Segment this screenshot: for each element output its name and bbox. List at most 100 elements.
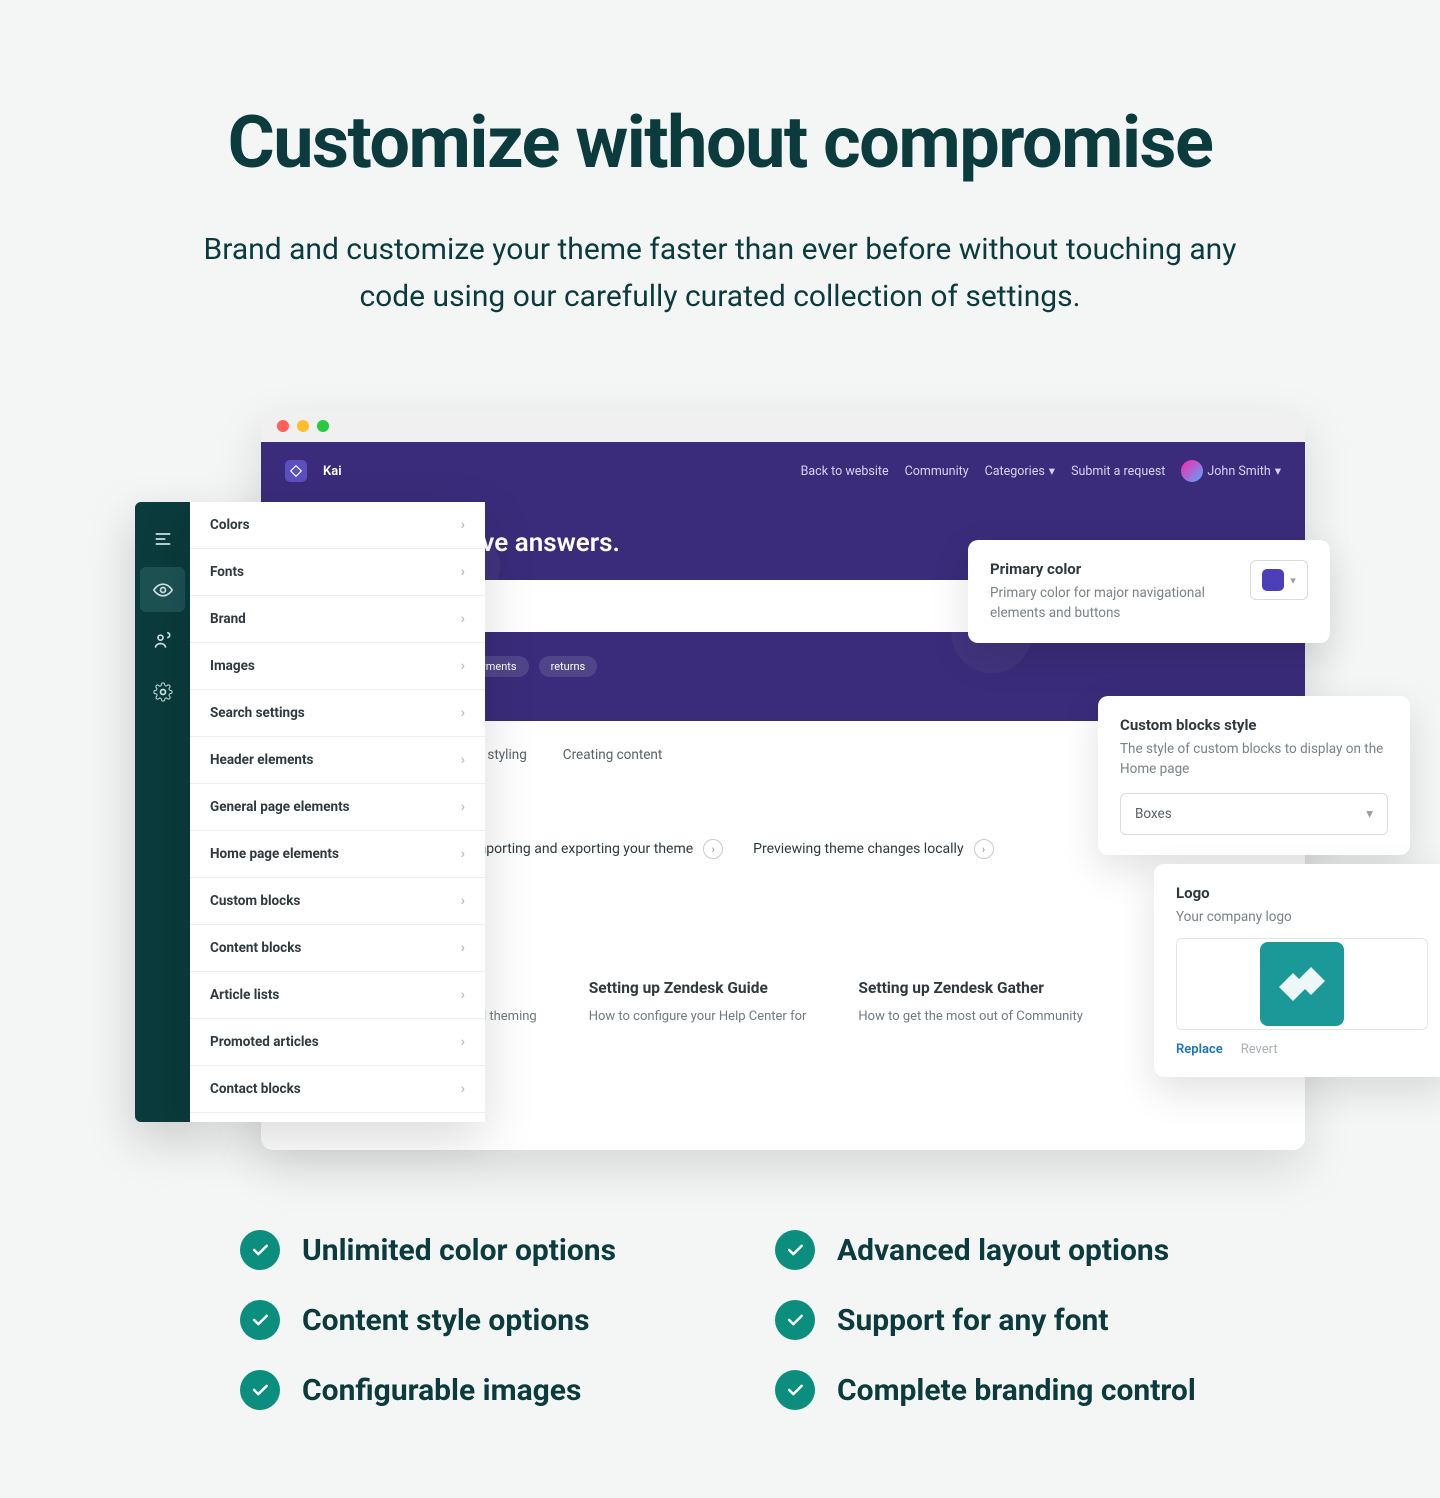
traffic-min-icon[interactable] [297,420,309,432]
rail-preview-button[interactable] [140,567,185,612]
chevron-right-icon: › [461,1034,465,1050]
settings-group-general[interactable]: General page elements › [190,784,485,831]
article-link-label: Importing and exporting your theme [470,841,693,857]
settings-panel: Colors› Fonts› Brand› Images› Search set… [190,502,485,1122]
nav-categories-link[interactable]: Categories ▾ [985,463,1055,479]
settings-group-images[interactable]: Images › [190,643,485,690]
chevron-right-icon: › [974,839,994,859]
settings-group-customblocks[interactable]: Custom blocks › [190,878,485,925]
settings-group-contact[interactable]: Contact blocks › [190,1066,485,1113]
revert-logo-button[interactable]: Revert [1241,1042,1278,1057]
feature-label: Advanced layout options [837,1233,1169,1268]
settings-label: Fonts [210,564,244,580]
logo-tile-icon [1260,942,1344,1026]
user-name: John Smith [1207,464,1270,479]
rail-users-button[interactable] [140,618,185,663]
replace-logo-button[interactable]: Replace [1176,1042,1223,1057]
check-icon [240,1300,280,1340]
custom-blocks-select[interactable]: Boxes ▾ [1120,793,1388,835]
settings-group-contentblocks[interactable]: Content blocks› [190,925,485,972]
color-swatch-icon [1262,569,1284,591]
chevron-right-icon: › [461,517,465,533]
traffic-max-icon[interactable] [317,420,329,432]
feature-label: Unlimited color options [302,1233,616,1268]
card-title: Custom blocks style [1120,716,1388,734]
settings-label: Home page elements [210,846,339,862]
crumb-item[interactable]: Creating content [563,747,663,763]
col-title: Setting up Zendesk Guide [589,979,807,997]
settings-label: Contact blocks [210,1081,301,1097]
feature-item: Unlimited color options [240,1230,715,1270]
card-title: Logo [1176,884,1428,902]
nav-back-link[interactable]: Back to website [801,464,889,479]
settings-group-promoted[interactable]: Promoted articles › [190,1019,485,1066]
tag-item[interactable]: returns [539,656,598,677]
chevron-right-icon: › [703,839,723,859]
chevron-down-icon: ▾ [1275,463,1281,479]
feature-label: Content style options [302,1303,589,1338]
page-headline: Customize without compromise [0,100,1440,185]
check-icon [240,1370,280,1410]
avatar-icon [1181,460,1203,482]
settings-group-colors[interactable]: Colors › [190,502,485,549]
settings-group-search[interactable]: Search settings › [190,690,485,737]
select-value: Boxes [1135,806,1172,822]
card-desc: The style of custom blocks to display on… [1120,740,1388,779]
site-header: Kai Back to website Community Categories… [261,442,1305,500]
settings-label: Article lists [210,987,279,1003]
settings-group-articlelists[interactable]: Article lists › [190,972,485,1019]
feature-item: Content style options [240,1300,715,1340]
color-picker-button[interactable]: ▾ [1250,560,1308,600]
nav-categories-label: Categories [985,464,1045,479]
feature-grid: Unlimited color options Advanced layout … [190,1230,1250,1410]
nav-community-link[interactable]: Community [905,464,969,479]
rail-menu-button[interactable] [140,516,185,561]
settings-label: Promoted articles [210,1034,319,1050]
browser-chrome [261,410,1305,442]
feature-item: Support for any font [775,1300,1250,1340]
editor-rail [135,502,190,1122]
screenshot-stage: Kai Back to website Community Categories… [135,410,1305,1170]
card-title: Primary color [990,560,1234,578]
chevron-right-icon: › [461,893,465,909]
chevron-right-icon: › [461,658,465,674]
article-link[interactable]: Previewing theme changes locally › [753,839,993,859]
settings-group-header[interactable]: Header elements› [190,737,485,784]
feature-item: Configurable images [240,1370,715,1410]
page-subheadline: Brand and customize your theme faster th… [175,227,1265,320]
info-column: Setting up Zendesk Gather How to get the… [858,979,1082,1024]
tag-row: voices payments returns [391,656,1175,677]
check-icon [775,1230,815,1270]
chevron-down-icon: ▾ [1290,574,1296,587]
settings-label: General page elements [210,799,350,815]
article-link[interactable]: Importing and exporting your theme › [470,839,723,859]
settings-label: Images [210,658,255,674]
logo-preview [1176,938,1428,1030]
chevron-right-icon: › [461,705,465,721]
chevron-right-icon: › [461,1081,465,1097]
card-desc: Your company logo [1176,908,1428,928]
chevron-right-icon: › [461,799,465,815]
settings-group-brand[interactable]: Brand› [190,596,485,643]
feature-item: Advanced layout options [775,1230,1250,1270]
article-link-label: Previewing theme changes locally [753,841,963,857]
card-desc: Primary color for major navigational ele… [990,584,1234,623]
traffic-close-icon[interactable] [277,420,289,432]
settings-group-home[interactable]: Home page elements› [190,831,485,878]
check-icon [775,1370,815,1410]
settings-label: Colors [210,517,250,533]
primary-color-card: Primary color Primary color for major na… [968,540,1330,643]
settings-label: Custom blocks [210,893,300,909]
nav-submit-link[interactable]: Submit a request [1071,464,1165,479]
nav-user-menu[interactable]: John Smith ▾ [1181,460,1281,482]
settings-group-fonts[interactable]: Fonts› [190,549,485,596]
check-icon [775,1300,815,1340]
feature-label: Complete branding control [837,1373,1196,1408]
chevron-right-icon: › [461,987,465,1003]
brand-logo-icon [285,460,307,482]
col-desc: How to get the most out of Community [858,1009,1082,1024]
settings-label: Search settings [210,705,305,721]
chevron-down-icon: ▾ [1366,806,1373,822]
rail-settings-button[interactable] [140,669,185,714]
custom-blocks-card: Custom blocks style The style of custom … [1098,696,1410,855]
